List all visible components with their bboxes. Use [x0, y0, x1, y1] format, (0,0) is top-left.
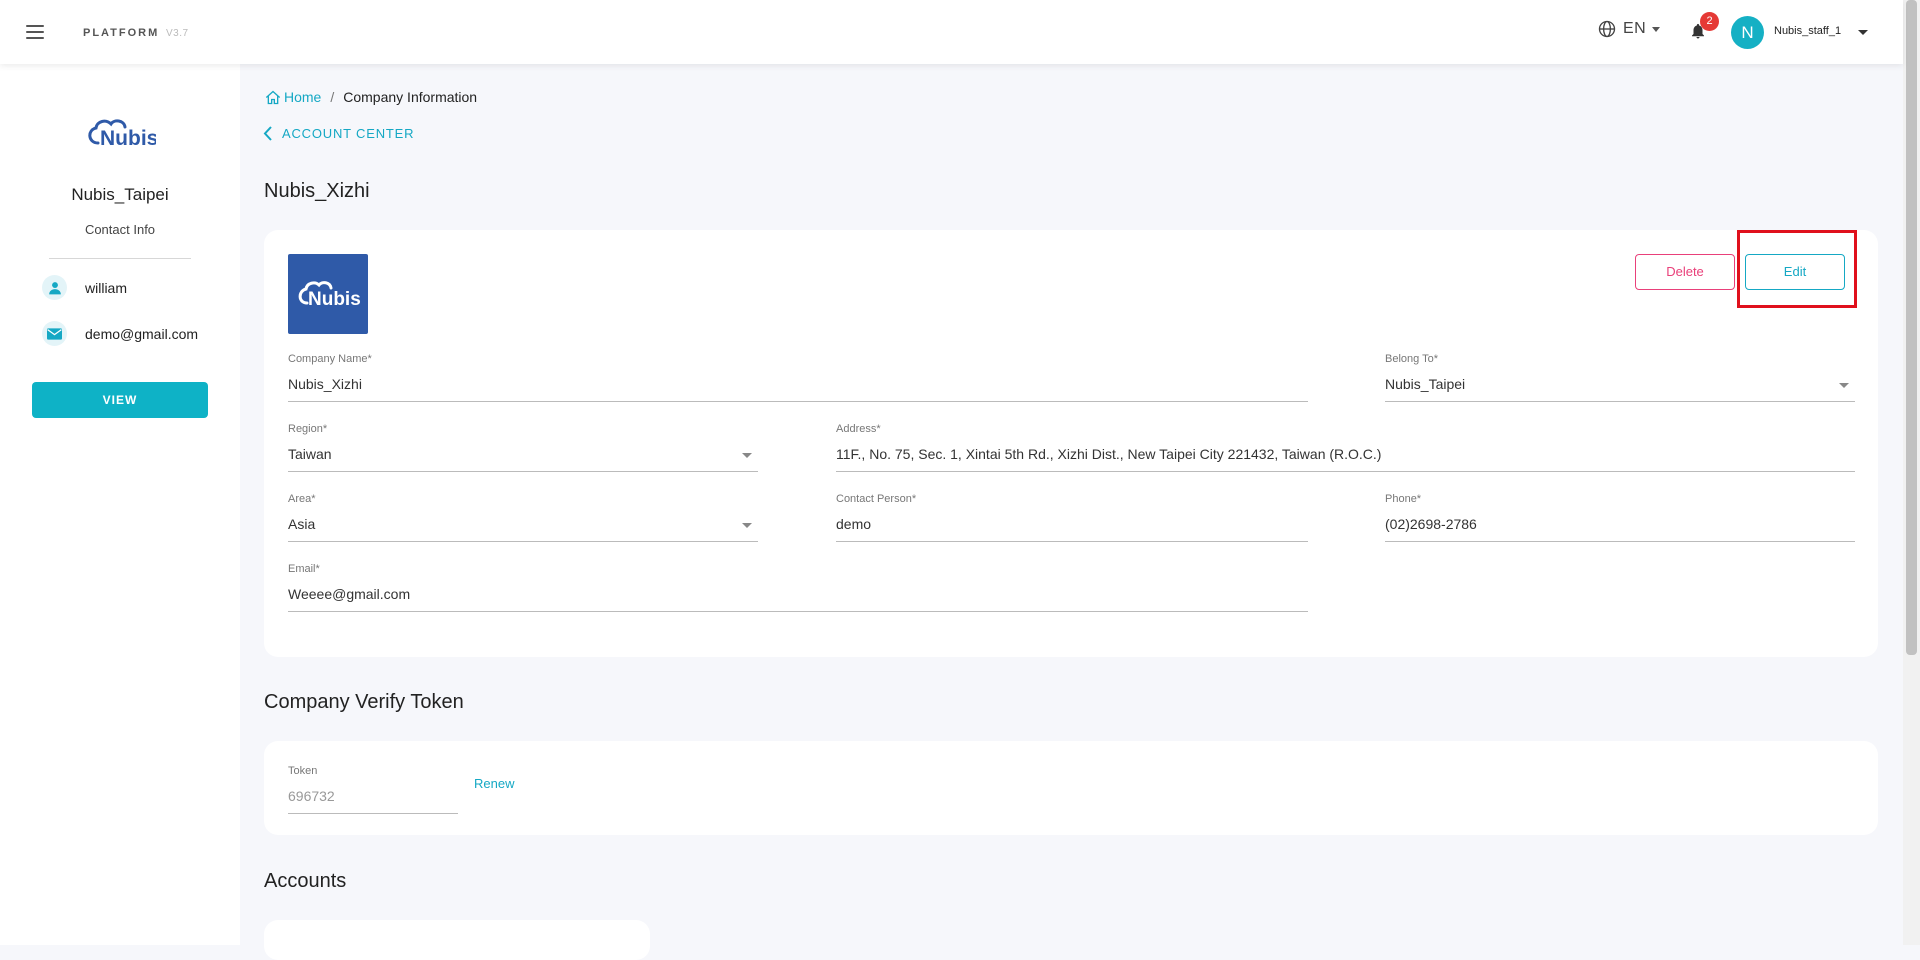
- address-input[interactable]: [836, 446, 1855, 462]
- address-label: Address*: [836, 423, 881, 435]
- view-button[interactable]: VIEW: [32, 382, 208, 418]
- region-label: Region*: [288, 423, 328, 435]
- email-field: Email*: [288, 563, 1308, 612]
- person-icon: [42, 275, 67, 300]
- phone-label: Phone*: [1385, 493, 1422, 505]
- page-title: Nubis_Xizhi: [264, 180, 370, 202]
- nubis-logo: Nubis: [84, 116, 158, 155]
- breadcrumb-separator: /: [330, 89, 335, 105]
- company-logo-wordmark: Nubis: [308, 289, 361, 310]
- account-center-back-link[interactable]: ACCOUNT CENTER: [263, 126, 414, 141]
- phone-input[interactable]: [1385, 516, 1855, 532]
- area-label: Area*: [288, 493, 316, 505]
- accounts-section-title: Accounts: [264, 870, 347, 892]
- token-card: Token Renew: [264, 741, 1878, 835]
- home-icon[interactable]: [265, 90, 281, 105]
- username-label[interactable]: Nubis_staff_1: [1774, 25, 1841, 37]
- company-logo: Nubis: [288, 254, 368, 334]
- renew-button[interactable]: Renew: [474, 776, 514, 791]
- chevron-down-icon: [1652, 26, 1661, 32]
- email-label: Email*: [288, 563, 320, 575]
- breadcrumb-home[interactable]: Home: [284, 89, 321, 105]
- menu-icon[interactable]: [26, 25, 44, 39]
- sidebar-company-name: Nubis_Taipei: [71, 185, 169, 204]
- breadcrumb: Home / Company Information: [265, 89, 477, 105]
- contact-person-row: william: [42, 275, 127, 300]
- contact-email-row: demo@gmail.com: [42, 321, 198, 346]
- token-section-title: Company Verify Token: [264, 691, 464, 713]
- chevron-left-icon: [263, 126, 272, 141]
- breadcrumb-current: Company Information: [343, 89, 478, 105]
- contact-person-input[interactable]: [836, 516, 1308, 532]
- area-field: Area*: [288, 493, 758, 542]
- area-dropdown-icon[interactable]: [742, 523, 752, 528]
- account-center-label: ACCOUNT CENTER: [282, 126, 415, 141]
- token-label: Token: [288, 765, 318, 777]
- edit-button[interactable]: Edit: [1745, 254, 1845, 290]
- region-dropdown-icon[interactable]: [742, 453, 752, 458]
- token-value: [288, 788, 458, 804]
- language-selector[interactable]: EN: [1598, 20, 1661, 38]
- top-bar: PLATFORM V3.7 EN 2 N Nubis_staff_1: [0, 0, 1903, 64]
- contact-email: demo@gmail.com: [85, 325, 199, 342]
- delete-button[interactable]: Delete: [1635, 254, 1735, 290]
- brand-label: PLATFORM: [83, 27, 160, 39]
- belong-to-label: Belong To*: [1385, 353, 1439, 365]
- sidebar: Nubis Nubis_Taipei Contact Info william …: [0, 64, 240, 945]
- phone-field: Phone*: [1385, 493, 1855, 542]
- globe-icon: [1598, 20, 1616, 38]
- company-name-field: Company Name*: [288, 353, 1308, 402]
- address-field: Address*: [836, 423, 1855, 472]
- area-select[interactable]: [288, 516, 758, 532]
- sidebar-divider: [49, 258, 191, 259]
- company-name-label: Company Name*: [288, 353, 372, 365]
- contact-info-label: Contact Info: [84, 222, 156, 237]
- company-name-input[interactable]: [288, 376, 1308, 392]
- scrollbar-thumb[interactable]: [1906, 0, 1917, 655]
- version-label: V3.7: [166, 28, 189, 39]
- contact-name: william: [85, 279, 127, 296]
- user-menu-chevron-icon[interactable]: [1858, 30, 1868, 35]
- company-info-card: Nubis Delete Edit Company Name* Belong T…: [264, 230, 1878, 657]
- token-field: Token: [288, 765, 458, 814]
- belong-to-select[interactable]: [1385, 376, 1855, 392]
- avatar[interactable]: N: [1731, 16, 1764, 49]
- region-field: Region*: [288, 423, 758, 472]
- region-select[interactable]: [288, 446, 758, 462]
- belong-to-dropdown-icon[interactable]: [1839, 383, 1849, 388]
- email-input[interactable]: [288, 586, 1308, 602]
- logo-wordmark: Nubis: [100, 127, 156, 150]
- belong-to-field: Belong To*: [1385, 353, 1855, 402]
- contact-person-field: Contact Person*: [836, 493, 1308, 542]
- notification-badge: 2: [1700, 12, 1719, 31]
- accounts-card: [264, 920, 650, 960]
- language-label: EN: [1623, 20, 1647, 37]
- contact-person-label: Contact Person*: [836, 493, 917, 505]
- mail-icon: [42, 321, 67, 346]
